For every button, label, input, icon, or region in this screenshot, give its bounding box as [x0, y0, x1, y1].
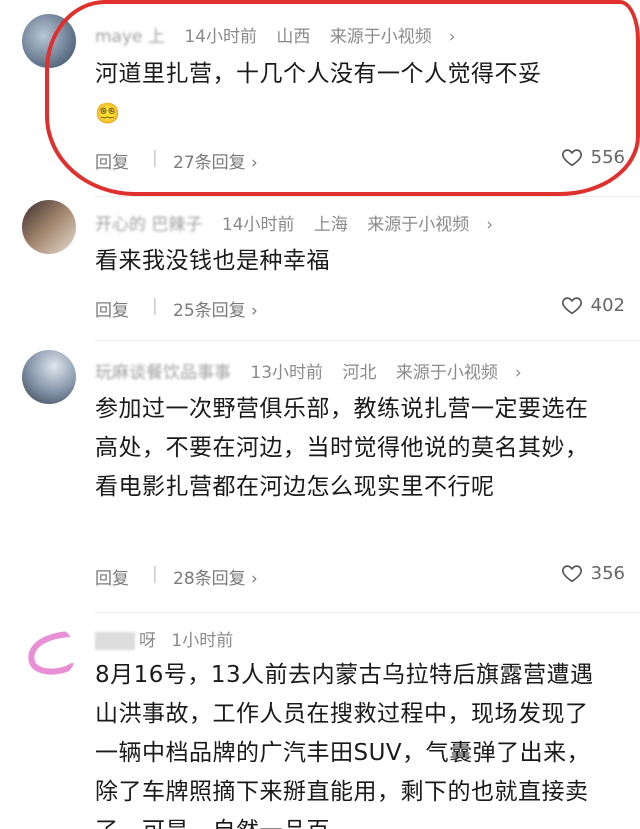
heart-icon [561, 565, 582, 583]
username[interactable]: 玩麻谈餐饮品事事 [95, 363, 231, 383]
comment-meta: 呀 1小时前 [95, 626, 247, 651]
separator: | [152, 148, 158, 168]
comment-3: 玩麻谈餐饮品事事 13小时前 河北 来源于小视频 › 参加过一次野营俱乐部，教练说… [0, 340, 640, 610]
reply-button[interactable]: 回复 [95, 148, 129, 173]
avatar[interactable] [22, 350, 76, 404]
comment-actions: 回复 | 27条回复 › 556 [95, 146, 625, 178]
comment-actions: 回复 | 28条回复 › 356 [95, 562, 625, 594]
chevron-right-icon: › [486, 215, 494, 235]
comment-4: 呀 1小时前 8月16号，13人前去内蒙古乌拉特后旗露营遭遇山洪事故，工作人员在… [0, 612, 640, 829]
comment-meta: 开心的 巴辣子 14小时前 上海 来源于小视频 › [95, 210, 521, 235]
source-link[interactable]: 来源于小视频 › [330, 27, 470, 47]
reply-button[interactable]: 回复 [95, 564, 129, 589]
location: 河北 [342, 363, 377, 383]
pink-swirl-avatar-icon [28, 631, 75, 675]
username[interactable] [95, 632, 135, 650]
avatar[interactable] [22, 200, 76, 254]
username[interactable]: maye 上 [95, 27, 165, 47]
comment-meta: maye 上 14小时前 山西 来源于小视频 › [95, 22, 484, 47]
chevron-right-icon: › [448, 27, 456, 47]
like-count: 556 [590, 146, 625, 168]
view-replies-link[interactable]: 27条回复 › [173, 148, 258, 173]
heart-icon [561, 297, 582, 315]
avatar[interactable] [22, 626, 76, 680]
like-count: 402 [590, 294, 625, 316]
like-button[interactable]: 402 [561, 294, 625, 316]
timestamp: 13小时前 [250, 363, 324, 383]
comment-text: 看来我没钱也是种幸福 [95, 248, 330, 274]
source-link[interactable]: 来源于小视频 › [367, 215, 507, 235]
location: 山西 [276, 27, 311, 47]
comment-2: 开心的 巴辣子 14小时前 上海 来源于小视频 › 看来我没钱也是种幸福 回复 |… [0, 196, 640, 336]
comment-text: 河道里扎营，十几个人没有一个人觉得不妥 😵‍💫 [95, 55, 610, 133]
timestamp: 14小时前 [221, 215, 295, 235]
source-link[interactable]: 来源于小视频 › [396, 363, 536, 383]
heart-icon [561, 149, 582, 167]
username[interactable]: 开心的 巴辣子 [95, 215, 202, 235]
view-replies-link[interactable]: 25条回复 › [173, 296, 258, 321]
view-replies-link[interactable]: 28条回复 › [173, 564, 258, 589]
comment-text: 8月16号，13人前去内蒙古乌拉特后旗露营遭遇山洪事故，工作人员在搜救过程中，现… [95, 662, 594, 829]
timestamp: 14小时前 [184, 27, 257, 47]
comment-1: maye 上 14小时前 山西 来源于小视频 › 河道里扎营，十几个人没有一个人觉… [0, 0, 640, 196]
like-count: 356 [590, 562, 625, 584]
timestamp: 1小时前 [171, 631, 234, 651]
dizzy-face-emoji: 😵‍💫 [95, 101, 121, 125]
separator: | [152, 564, 158, 584]
username-suffix[interactable]: 呀 [139, 631, 156, 651]
comment-text: 参加过一次野营俱乐部，教练说扎营一定要选在高处，不要在河边，当时觉得他说的莫名其… [95, 396, 589, 500]
location: 上海 [313, 215, 348, 235]
avatar[interactable] [22, 14, 76, 68]
like-button[interactable]: 356 [561, 562, 625, 584]
like-button[interactable]: 556 [561, 146, 625, 168]
chevron-right-icon: › [514, 363, 522, 383]
comment-meta: 玩麻谈餐饮品事事 13小时前 河北 来源于小视频 › [95, 358, 550, 383]
comment-actions: 回复 | 25条回复 › 402 [95, 294, 625, 326]
separator: | [152, 296, 158, 316]
reply-button[interactable]: 回复 [95, 296, 129, 321]
